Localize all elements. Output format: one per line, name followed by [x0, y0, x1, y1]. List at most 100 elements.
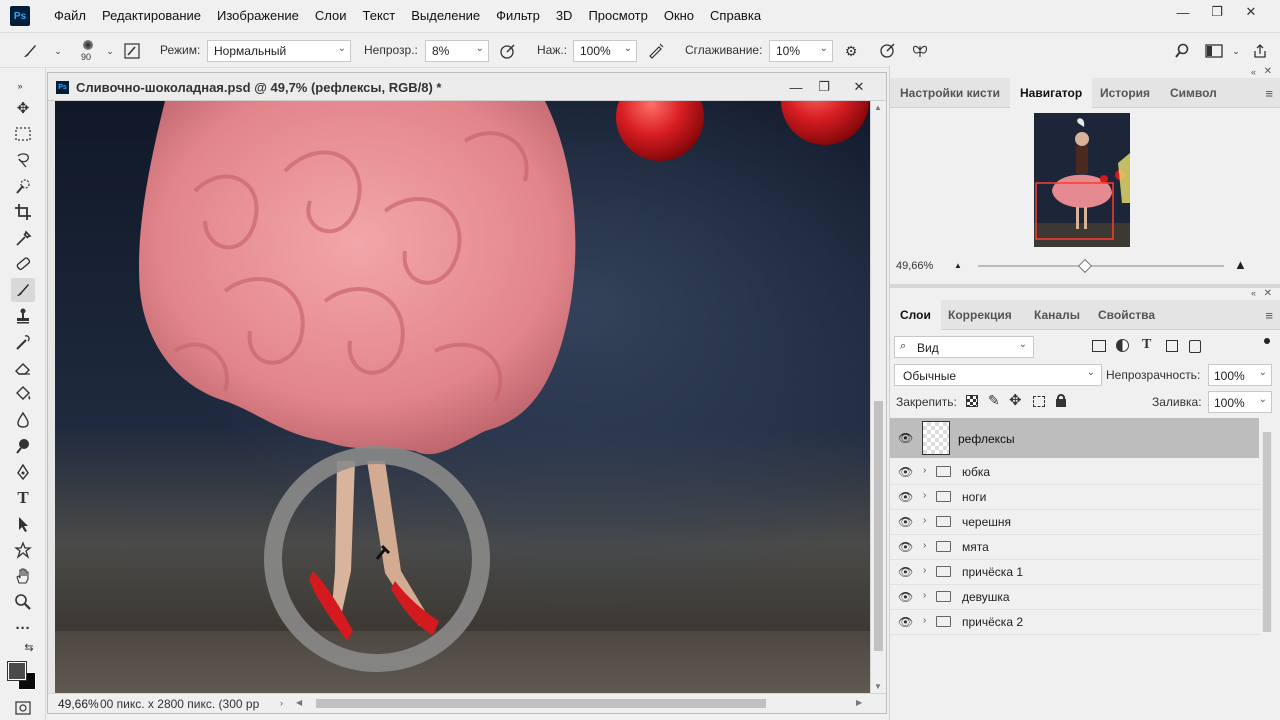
visibility-eye-icon[interactable]: 👁 [898, 490, 914, 504]
opacity-input[interactable]: 8% ⌄ [425, 40, 489, 62]
restore-button[interactable]: ❐ [1200, 0, 1234, 24]
workspace-layout-icon[interactable] [1204, 41, 1224, 61]
layer-name[interactable]: рефлексы [958, 432, 1015, 446]
filter-adjustment-icon[interactable] [1116, 339, 1129, 352]
layer-row[interactable]: 👁 › ноги [890, 485, 1261, 510]
menu-layers[interactable]: Слои [307, 0, 355, 32]
close-layers-group-icon[interactable]: ✕ [1264, 288, 1272, 299]
tab-history[interactable]: История [1090, 78, 1160, 108]
lock-position-icon[interactable]: ✥ [1009, 391, 1022, 409]
collapse-panels-icon[interactable]: « [1251, 67, 1256, 77]
eraser-tool-icon[interactable] [11, 356, 35, 380]
status-menu-chevron-icon[interactable]: › [280, 698, 283, 708]
zoom-level[interactable]: 49,66% [58, 697, 99, 711]
layer-name[interactable]: юбка [962, 465, 990, 479]
quick-mask-icon[interactable] [14, 700, 32, 716]
layer-name[interactable]: мята [962, 540, 989, 554]
visibility-eye-icon[interactable]: 👁 [898, 431, 913, 445]
lasso-tool-icon[interactable] [11, 148, 35, 172]
menu-select[interactable]: Выделение [403, 0, 488, 32]
zoom-in-icon[interactable]: ▲ [1234, 257, 1247, 272]
layer-name[interactable]: черешня [962, 515, 1011, 529]
filter-type-icon[interactable]: T [1142, 337, 1151, 353]
layer-filter-select[interactable]: ⌕ Вид ⌄ [894, 336, 1034, 358]
foreground-color-swatch[interactable] [7, 661, 27, 681]
menu-help[interactable]: Справка [702, 0, 769, 32]
zoom-tool-icon[interactable] [11, 590, 35, 614]
zoom-slider-handle[interactable] [1077, 258, 1093, 274]
close-panel-group-icon[interactable]: ✕ [1264, 66, 1272, 77]
zoom-out-icon[interactable]: ▲ [954, 261, 962, 270]
pen-tool-icon[interactable] [11, 460, 35, 484]
layer-name[interactable]: причёска 2 [962, 615, 1023, 629]
brush-tool-icon[interactable] [20, 41, 40, 61]
doc-restore-button[interactable]: ❐ [810, 77, 838, 97]
navigator-thumbnail[interactable] [1034, 113, 1130, 247]
collapse-layers-icon[interactable]: « [1251, 288, 1256, 298]
scroll-down-icon[interactable]: ▼ [874, 682, 882, 691]
tab-layers[interactable]: Слои [890, 300, 941, 330]
workspace-chevron-icon[interactable]: ⌄ [1226, 41, 1246, 61]
chevron-right-icon[interactable]: › [923, 465, 926, 476]
layer-name[interactable]: девушка [962, 590, 1010, 604]
visibility-eye-icon[interactable]: 👁 [898, 515, 914, 529]
tab-character[interactable]: Символ [1160, 78, 1227, 108]
lock-image-pixels-icon[interactable]: ✎ [988, 392, 1000, 409]
close-button[interactable]: ✕ [1234, 0, 1268, 24]
layer-blend-mode-select[interactable]: Обычные ⌄ [894, 364, 1102, 386]
filter-shape-icon[interactable] [1166, 340, 1178, 352]
fill-input[interactable]: 100% ⌄ [1208, 391, 1272, 413]
scroll-up-icon[interactable]: ▲ [874, 103, 882, 112]
quick-selection-tool-icon[interactable] [11, 174, 35, 198]
layers-panel-menu-icon[interactable]: ≡ [1265, 308, 1273, 323]
visibility-eye-icon[interactable]: 👁 [898, 465, 914, 479]
swap-colors-icon[interactable]: ⇆ [22, 640, 36, 654]
crop-tool-icon[interactable] [11, 200, 35, 224]
panel-divider[interactable] [890, 284, 1280, 288]
layers-scrollbar[interactable] [1262, 432, 1272, 632]
brush-picker-chevron-icon[interactable]: ⌄ [100, 41, 120, 61]
chevron-right-icon[interactable]: › [923, 590, 926, 601]
vertical-scrollbar[interactable]: ▲ ▼ [870, 101, 886, 693]
chevron-right-icon[interactable]: › [923, 490, 926, 501]
healing-brush-tool-icon[interactable] [11, 252, 35, 276]
filter-pixel-icon[interactable] [1092, 340, 1106, 352]
menu-view[interactable]: Просмотр [580, 0, 655, 32]
toolbar-collapse-icon[interactable]: » [8, 74, 32, 98]
horizontal-scroll-thumb[interactable] [316, 699, 766, 708]
layer-row-selected[interactable]: 👁 рефлексы [890, 418, 1259, 458]
color-swatches[interactable] [7, 661, 38, 692]
brush-tool-icon[interactable] [11, 278, 35, 302]
filter-smart-object-icon[interactable] [1189, 340, 1201, 353]
eyedropper-tool-icon[interactable] [11, 226, 35, 250]
smoothing-input[interactable]: 10% ⌄ [769, 40, 833, 62]
scroll-right-icon[interactable]: ▶ [856, 698, 862, 707]
blur-tool-icon[interactable] [11, 408, 35, 432]
doc-minimize-button[interactable]: — [782, 77, 810, 97]
airbrush-icon[interactable] [646, 41, 666, 61]
lock-artboard-icon[interactable] [1033, 396, 1045, 407]
dodge-tool-icon[interactable] [11, 434, 35, 458]
navigator-zoom-slider[interactable] [978, 258, 1224, 274]
smoothing-options-gear-icon[interactable]: ⚙ [841, 41, 861, 61]
tab-adjustments[interactable]: Коррекция [938, 300, 1022, 330]
visibility-eye-icon[interactable]: 👁 [898, 540, 914, 554]
path-selection-tool-icon[interactable] [11, 512, 35, 536]
navigator-zoom-value[interactable]: 49,66% [896, 260, 933, 272]
photoshop-logo-icon[interactable]: Ps [10, 6, 30, 26]
tab-navigator[interactable]: Навигатор [1010, 78, 1093, 108]
tab-brush-settings[interactable]: Настройки кисти [890, 78, 1010, 108]
menu-filter[interactable]: Фильтр [488, 0, 548, 32]
panel-menu-icon[interactable]: ≡ [1265, 86, 1273, 101]
tab-properties[interactable]: Свойства [1088, 300, 1165, 330]
tool-preset-chevron-icon[interactable]: ⌄ [48, 41, 68, 61]
chevron-right-icon[interactable]: › [923, 515, 926, 526]
menu-image[interactable]: Изображение [209, 0, 307, 32]
move-tool-icon[interactable]: ✥ [11, 96, 35, 120]
lock-transparency-icon[interactable] [966, 395, 978, 407]
image-canvas[interactable] [55, 101, 870, 693]
flow-input[interactable]: 100% ⌄ [573, 40, 637, 62]
layer-row[interactable]: 👁 › причёска 1 [890, 560, 1261, 585]
brush-settings-toggle-icon[interactable] [122, 41, 142, 61]
paint-bucket-tool-icon[interactable] [11, 382, 35, 406]
